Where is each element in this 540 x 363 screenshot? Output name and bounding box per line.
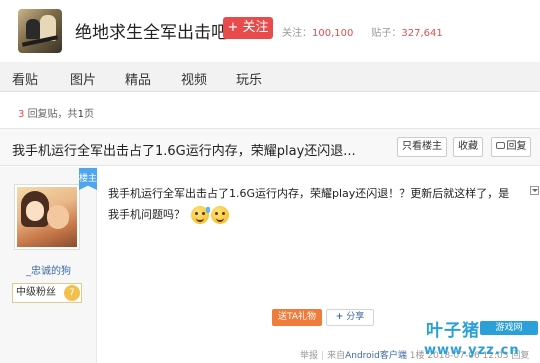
post-text: 我手机运行全军出击占了1.6G运行内存，荣耀play还闪退！？更新后就这样了，是… [108, 187, 510, 221]
author-sidebar: _忠诚的狗 中级粉丝 7 [0, 167, 97, 363]
nav-item-videos[interactable]: 视频 [181, 69, 207, 88]
reply-count: 3 回复贴，共1页 [18, 105, 94, 120]
avatar[interactable] [14, 184, 80, 250]
send-gift-button[interactable]: 送TA礼物 [272, 309, 322, 326]
username[interactable]: _忠诚的狗 [0, 262, 97, 277]
forum-nav: 看贴 图片 精品 视频 玩乐 [0, 62, 540, 92]
forum-header: 绝地求生全军出击吧 + 关注 关注：100,100 贴子：327,641 [0, 0, 540, 62]
followers-count: 100,100 [312, 28, 354, 39]
forum-avatar[interactable] [18, 9, 62, 53]
smile-emoji-icon [210, 206, 229, 224]
reply-button-label: 回复 [506, 141, 527, 152]
share-button[interactable]: + 分享 [326, 309, 374, 326]
reply-button[interactable]: 回复 [491, 137, 531, 157]
page-count-suffix: 页 [83, 109, 94, 120]
reply-count-number: 3 [18, 109, 25, 120]
share-button-label: 分享 [346, 312, 365, 322]
posts-label: 贴子： [371, 28, 402, 39]
fan-level-title: 中级粉丝 [16, 287, 56, 298]
source-prefix: 来自 [327, 351, 346, 361]
fan-level-badge[interactable]: 中级粉丝 7 [12, 283, 82, 303]
posts-count: 327,641 [401, 28, 443, 39]
only-op-button[interactable]: 只看楼主 [397, 137, 447, 157]
comment-icon [495, 141, 505, 149]
sweat-emoji-icon [190, 206, 210, 224]
forum-stats: 关注：100,100 贴子：327,641 [282, 24, 443, 39]
follow-button[interactable]: + 关注 [223, 17, 273, 39]
followers-label: 关注： [282, 28, 312, 39]
watermark-url: www.yzz.cn [424, 343, 520, 358]
thread-title-bar: 我手机运行全军出击占了1.6G运行内存，荣耀play还闪退... 只看楼主 收藏… [0, 128, 540, 166]
level-number: 7 [64, 285, 80, 301]
site-watermark: 叶子猪 游戏网 www.yzz.cn [420, 316, 540, 363]
report-link[interactable]: 举报 [300, 351, 318, 361]
nav-item-images[interactable]: 图片 [70, 69, 96, 88]
reply-count-suffix: 回复贴，共 [27, 109, 78, 120]
nav-item-fun[interactable]: 玩乐 [236, 69, 262, 88]
forum-title[interactable]: 绝地求生全军出击吧 [75, 18, 228, 43]
thread-title: 我手机运行全军出击占了1.6G运行内存，荣耀play还闪退... [12, 144, 356, 159]
watermark-tag: 游戏网 [480, 321, 538, 335]
post-content: 我手机运行全军出击占了1.6G运行内存，荣耀play还闪退！？更新后就这样了，是… [108, 183, 518, 225]
post-menu-dropdown-icon[interactable] [530, 186, 539, 195]
source-client-link[interactable]: Android客户端 [345, 351, 407, 361]
plus-icon: + [335, 312, 344, 322]
favorite-button[interactable]: 收藏 [453, 137, 483, 157]
nav-item-posts[interactable]: 看贴 [12, 69, 38, 88]
nav-item-featured[interactable]: 精品 [125, 69, 151, 88]
watermark-name: 叶子猪 [426, 321, 480, 341]
